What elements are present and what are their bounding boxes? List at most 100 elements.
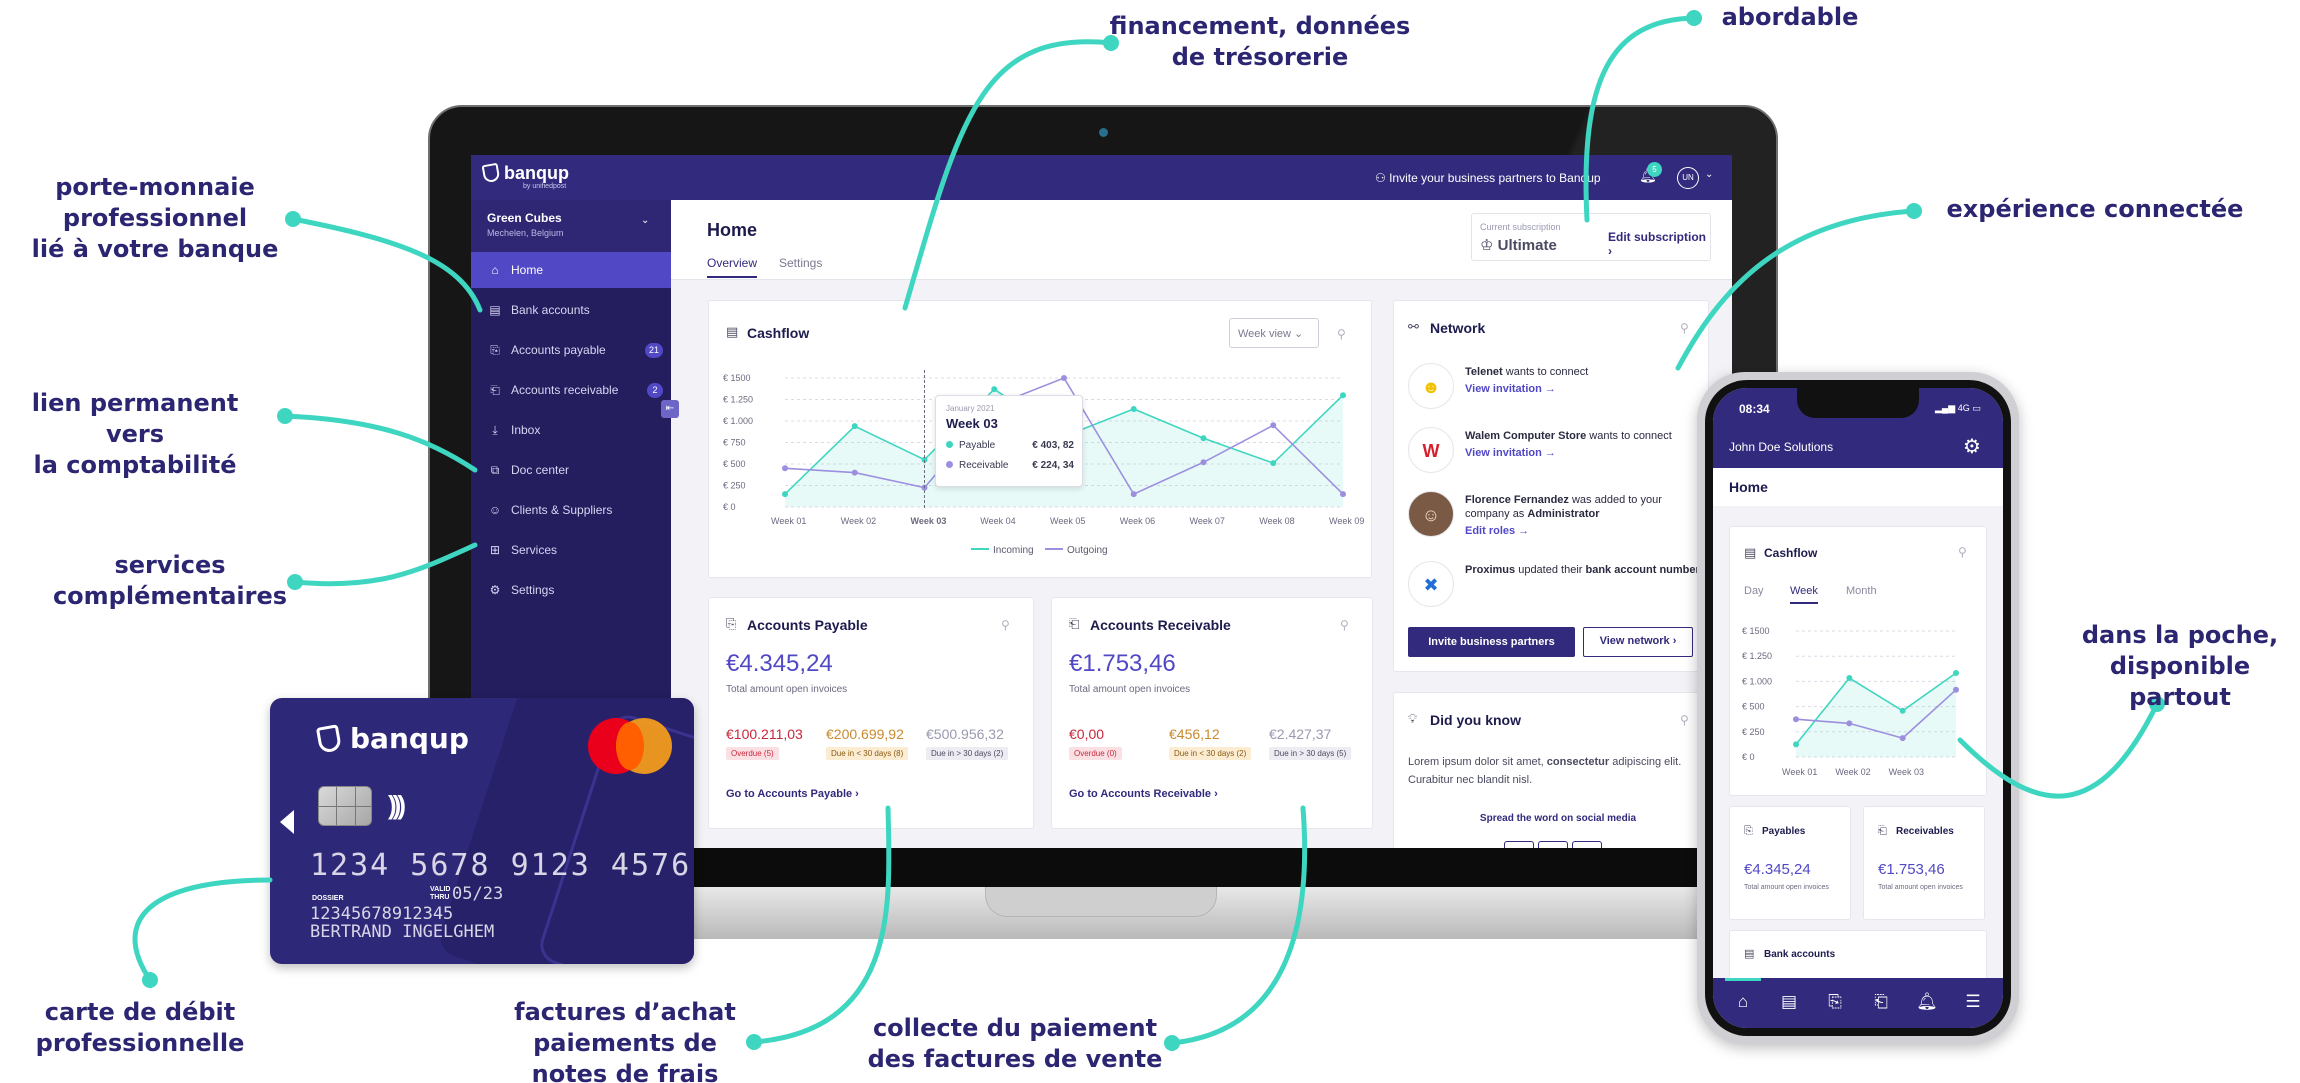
view-invitation-link[interactable]: View invitation → xyxy=(1465,447,1556,459)
subscription-value: ♔ Ultimate xyxy=(1480,237,1557,254)
network-item-proximus: ✖ Proximus updated their bank account nu… xyxy=(1408,559,1708,615)
callout-services: services complémentaires xyxy=(52,551,288,610)
chart-tooltip: January 2021 Week 03 Payable € 403, 82 Re… xyxy=(935,395,1083,487)
x-tick-label: Week 08 xyxy=(1259,516,1294,526)
sidebar-item-settings[interactable]: ⚙ Settings xyxy=(471,572,671,608)
data-point[interactable] xyxy=(1953,686,1959,693)
y-tick-label: € 500 xyxy=(1742,702,1765,712)
sidebar-item-home[interactable]: ⌂ Home xyxy=(471,252,671,288)
data-point[interactable] xyxy=(1793,716,1799,723)
pin-icon[interactable]: ⚲ xyxy=(1680,321,1689,335)
brand-subtitle: by unifiedpost xyxy=(523,183,567,190)
inbox-icon: ⤓ xyxy=(492,423,498,437)
data-point[interactable] xyxy=(1793,741,1799,748)
sidebar-item-doc-center[interactable]: ⧉ Doc center xyxy=(471,452,671,488)
data-point[interactable] xyxy=(1130,405,1137,412)
laptop-notch xyxy=(985,887,1217,917)
payable-amount: €4.345,24 xyxy=(726,650,833,677)
company-switcher[interactable]: Green Cubes Mechelen, Belgium ⌄ xyxy=(471,200,671,252)
page-title: Home xyxy=(707,220,758,240)
bell-icon[interactable]: 🔔︎ xyxy=(1915,992,1939,1012)
social-share-button[interactable] xyxy=(1504,841,1534,848)
data-point[interactable] xyxy=(1200,459,1207,466)
data-point[interactable] xyxy=(1846,720,1853,727)
home-icon[interactable]: ⌂ xyxy=(1731,992,1755,1012)
data-point[interactable] xyxy=(1130,491,1137,498)
y-tick-label: € 500 xyxy=(723,459,746,469)
card-brand-logo: banqup xyxy=(315,722,469,755)
data-point[interactable] xyxy=(1340,491,1346,498)
go-to-accounts-receivable-link[interactable]: Go to Accounts Receivable › xyxy=(1069,788,1218,800)
edit-subscription-link[interactable]: Edit subscription › xyxy=(1608,230,1710,258)
invite-business-partners-button[interactable]: Invite business partners xyxy=(1408,627,1575,657)
data-point[interactable] xyxy=(1340,392,1346,399)
sidebar-item-accounts-receivable[interactable]: ⎗ Accounts receivable 2 xyxy=(471,372,671,408)
crown-icon: ♔ xyxy=(1480,237,1498,254)
chevron-down-icon[interactable]: ⌄ xyxy=(1705,169,1713,180)
y-tick-label: € 1.000 xyxy=(1742,676,1772,686)
data-point[interactable] xyxy=(1846,675,1853,682)
pin-icon[interactable]: ⚲ xyxy=(1340,618,1349,632)
social-share-button[interactable] xyxy=(1572,841,1602,848)
telenet-logo: ☻ xyxy=(1408,363,1454,409)
payable-doc-icon: ⎘ xyxy=(726,616,737,631)
receivable-doc-icon[interactable]: ⎗ xyxy=(1869,992,1893,1012)
laptop-camera xyxy=(1099,128,1108,137)
data-point[interactable] xyxy=(991,386,998,393)
data-point[interactable] xyxy=(782,491,788,498)
callout-porte-monnaie: porte-monnaie professionnel lié à votre … xyxy=(31,173,279,263)
sidebar-item-label: Bank accounts xyxy=(511,303,590,317)
top-bar: banqup by unifiedpost ⚇ Invite your busi… xyxy=(471,155,1732,200)
sidebar-item-bank-accounts[interactable]: ▤ Bank accounts xyxy=(471,292,671,328)
phone-payables-card[interactable]: ⎘ Payables €4.345,24 Total amount open i… xyxy=(1729,806,1851,920)
sidebar-item-accounts-payable[interactable]: ⎘ Accounts payable 21 xyxy=(471,332,671,368)
view-invitation-link[interactable]: View invitation → xyxy=(1465,383,1556,395)
collapse-sidebar-icon[interactable]: ⇤ xyxy=(661,400,679,418)
pin-icon[interactable]: ⚲ xyxy=(1680,713,1689,727)
receivable-overdue-badge: Overdue (0) xyxy=(1069,747,1122,760)
tab-settings[interactable]: Settings xyxy=(779,256,822,270)
view-network-button[interactable]: View network › xyxy=(1583,627,1693,657)
data-point[interactable] xyxy=(1200,435,1207,442)
pin-icon[interactable]: ⚲ xyxy=(1001,618,1010,632)
receivable-due-soon-value: €456,12 xyxy=(1169,726,1220,742)
handshake-icon: ⚇ xyxy=(1375,171,1390,185)
edit-roles-link[interactable]: Edit roles → xyxy=(1465,525,1529,537)
data-point[interactable] xyxy=(1899,735,1906,742)
legend-outgoing[interactable]: Outgoing xyxy=(1045,545,1108,556)
banqup-shield-icon xyxy=(315,724,343,754)
callout-abordable: abordable xyxy=(1721,3,1859,31)
legend-incoming[interactable]: Incoming xyxy=(971,545,1034,556)
data-point[interactable] xyxy=(851,423,858,430)
data-point[interactable] xyxy=(851,469,858,476)
signal-icon: ▂▄▆ xyxy=(1935,403,1958,413)
menu-icon[interactable]: ☰ xyxy=(1961,992,1985,1012)
go-to-accounts-payable-link[interactable]: Go to Accounts Payable › xyxy=(726,788,859,800)
sidebar-item-services[interactable]: ⊞ Services xyxy=(471,532,671,568)
brand-logo[interactable]: banqup xyxy=(481,162,569,184)
data-point[interactable] xyxy=(1270,422,1277,429)
data-point[interactable] xyxy=(782,465,788,472)
bank-icon[interactable]: ▤ xyxy=(1777,992,1801,1012)
data-point[interactable] xyxy=(1270,460,1277,467)
invite-partners-link[interactable]: ⚇ Invite your business partners to Banqu… xyxy=(1375,171,1601,185)
user-avatar[interactable]: UN xyxy=(1677,167,1699,189)
sidebar-item-clients-suppliers[interactable]: ☺ Clients & Suppliers xyxy=(471,492,671,528)
tab-overview[interactable]: Overview xyxy=(707,256,758,278)
data-point[interactable] xyxy=(1953,670,1959,676)
notification-count-badge: 5 xyxy=(1647,162,1662,177)
sidebar-item-inbox[interactable]: ⤓ Inbox xyxy=(471,412,671,448)
phone-payables-amount: €4.345,24 xyxy=(1744,861,1811,878)
gear-icon[interactable]: ⚙ xyxy=(1963,434,1981,459)
data-point[interactable] xyxy=(1061,375,1067,381)
payable-doc-icon[interactable]: ⎘ xyxy=(1823,992,1847,1012)
x-tick-label: Week 02 xyxy=(1835,767,1870,777)
services-icon: ⊞ xyxy=(489,543,501,557)
phone-receivables-card[interactable]: ⎗ Receivables €1.753,46 Total amount ope… xyxy=(1863,806,1985,920)
network-card: ⚯ Network ⚲ ☻ Telenet wants to connect V… xyxy=(1393,300,1709,672)
social-share-button[interactable] xyxy=(1538,841,1568,848)
data-point[interactable] xyxy=(1899,707,1906,714)
phone-company-name[interactable]: John Doe Solutions xyxy=(1729,440,1833,454)
payable-overdue-badge: Overdue (5) xyxy=(726,747,779,760)
did-you-know-card: 💡︎ Did you know ⚲ Lorem ipsum dolor sit … xyxy=(1393,692,1709,848)
